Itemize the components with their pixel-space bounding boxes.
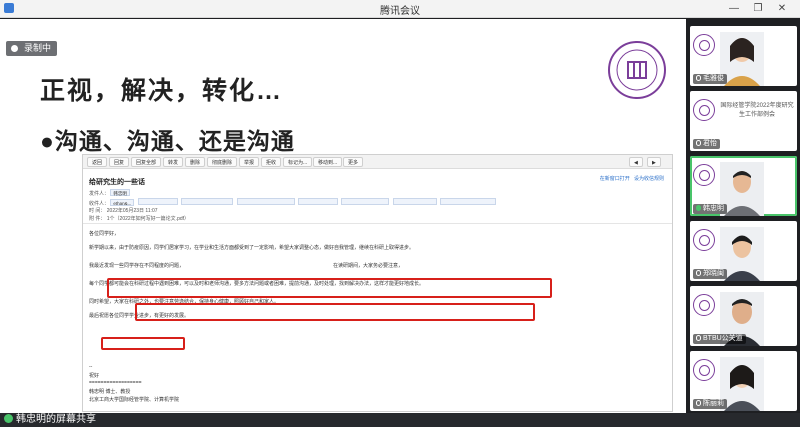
next-icon[interactable]: ▶ [647, 157, 661, 167]
recipient-chip[interactable] [341, 198, 390, 205]
email-line: 韩忠明 博士、教授 [89, 389, 131, 395]
recipient-chip[interactable] [297, 198, 338, 205]
email-move-button[interactable]: 移动到... [313, 157, 343, 167]
participant-panel: 毛雅俊 国际经管学院2022年度研究生工作部例会 君怡 韩忠明 郑晓闽 BTBU… [687, 19, 800, 413]
email-to-row: 收件人： ethan&... [89, 198, 498, 207]
recipient-chip[interactable] [392, 198, 437, 205]
highlight-box [101, 337, 185, 350]
participant-tile[interactable]: 毛雅俊 [690, 26, 797, 86]
open-new-window-link[interactable]: 在新窗口打开 [600, 176, 630, 182]
email-line: ================== [89, 380, 142, 386]
participant-tile[interactable]: BTBU公关道 [690, 286, 797, 346]
email-attach-row: 附 件： 1个（2022年如何写好一篇论文.pdf） [89, 216, 190, 222]
minimize-icon[interactable]: — [724, 1, 744, 17]
window-title: 腾讯会议 [380, 6, 420, 17]
recipient-chip[interactable] [137, 198, 178, 205]
recipient-chip[interactable] [440, 198, 497, 205]
email-line: -- [89, 364, 93, 370]
mic-muted-icon [696, 270, 701, 276]
slide-bullet: ●沟通、沟通、还是沟通 [40, 128, 295, 154]
recipient-chip[interactable] [181, 198, 234, 205]
recording-label: 录制中 [24, 43, 52, 53]
recipient-chip[interactable]: ethan&... [110, 199, 135, 206]
email-forward-button[interactable]: 转发 [163, 157, 184, 167]
participant-tile[interactable]: 国际经管学院2022年度研究生工作部例会 君怡 [690, 91, 797, 151]
email-line: 北京工商大学国际经管学院、计算机学院 [89, 397, 180, 403]
email-time-row: 时 间： 2022年05月23日 11:07 [89, 208, 158, 214]
screen-share-label[interactable]: 韩忠明的屏幕共享 [4, 413, 96, 427]
mic-muted-icon [696, 75, 701, 81]
cloud-record-icon [11, 45, 18, 52]
window-titlebar: 腾讯会议 — ❐ ✕ [0, 0, 800, 18]
email-delete-button[interactable]: 删除 [185, 157, 206, 167]
email-line: 在读研期间，大家务必要注意， [333, 263, 404, 269]
school-logo-icon [693, 99, 715, 121]
school-logo-icon [693, 164, 715, 186]
set-rule-link[interactable]: 设为收信规则 [634, 176, 664, 182]
email-line: 我最近发现一些同学存在不同程度的问题， [89, 263, 185, 269]
participant-name: 毛雅俊 [693, 74, 727, 84]
slide-headline: 正视，解决，转化… [40, 77, 284, 105]
participant-tile[interactable]: 郑晓闽 [690, 221, 797, 281]
email-reply-all-button[interactable]: 回复全部 [131, 157, 162, 167]
email-purge-button[interactable]: 彻底删除 [207, 157, 238, 167]
email-reject-button[interactable]: 拒收 [261, 157, 282, 167]
restore-icon[interactable]: ❐ [748, 1, 768, 17]
screen-share-bar: 韩忠明的屏幕共享 [0, 413, 800, 427]
email-screenshot: 返回 回复 回复全部 转发 删除 彻底删除 举报 拒收 标记为... 移动到..… [82, 154, 673, 412]
sender-chip[interactable]: 韩忠明 [110, 189, 130, 196]
highlight-box [135, 303, 535, 321]
attachment-link[interactable]: 1个（2022年如何写好一篇论文.pdf） [107, 216, 189, 222]
email-report-button[interactable]: 举报 [239, 157, 260, 167]
screen-share-icon [4, 414, 13, 423]
email-more-button[interactable]: 更多 [343, 157, 364, 167]
email-reply-button[interactable]: 回复 [109, 157, 130, 167]
school-logo-icon [693, 229, 715, 251]
mic-muted-icon [696, 400, 701, 406]
email-line: 祝好 [89, 373, 100, 379]
email-subject: 给研究生的一些话 [89, 179, 145, 186]
participant-name: BTBU公关道 [693, 334, 746, 344]
prev-icon[interactable]: ◀ [629, 157, 643, 167]
university-logo [608, 41, 666, 99]
meeting-banner: 国际经管学院2022年度研究生工作部例会 [720, 103, 794, 118]
email-from-row: 发件人： 韩忠明 [89, 189, 132, 197]
email-toolbar: 返回 回复 回复全部 转发 删除 彻底删除 举报 拒收 标记为... 移动到..… [83, 155, 672, 169]
school-logo-icon [693, 359, 715, 381]
email-line: 各位同学好， [89, 231, 120, 237]
participant-name: 陈丽莉 [693, 399, 727, 409]
school-logo-icon [693, 34, 715, 56]
recording-indicator[interactable]: 录制中 [6, 41, 58, 56]
mic-active-icon [696, 205, 701, 211]
email-right-links: 在新窗口打开 设为收信规则 [600, 175, 664, 182]
participant-name: 韩忠明 [693, 204, 727, 214]
recipient-chip[interactable] [236, 198, 295, 205]
highlight-box [107, 278, 552, 298]
participant-name: 郑晓闽 [693, 269, 727, 279]
mic-muted-icon [696, 335, 701, 341]
close-icon[interactable]: ✕ [772, 1, 792, 17]
mic-muted-icon [696, 140, 701, 146]
participant-name: 君怡 [693, 139, 720, 149]
school-logo-icon [693, 294, 715, 316]
participant-tile[interactable]: 韩忠明 [690, 156, 797, 216]
shared-screen: 录制中 正视，解决，转化… ●沟通、沟通、还是沟通 返回 回复 回复全部 转发 … [0, 19, 686, 413]
email-back-button[interactable]: 返回 [87, 157, 108, 167]
participant-tile[interactable]: 陈丽莉 [690, 351, 797, 411]
email-line: 新学期以来，由于防疫原因，同学们居家学习，在学业和生活方面都受到了一定影响，希望… [89, 245, 415, 251]
email-mark-button[interactable]: 标记为... [283, 157, 313, 167]
